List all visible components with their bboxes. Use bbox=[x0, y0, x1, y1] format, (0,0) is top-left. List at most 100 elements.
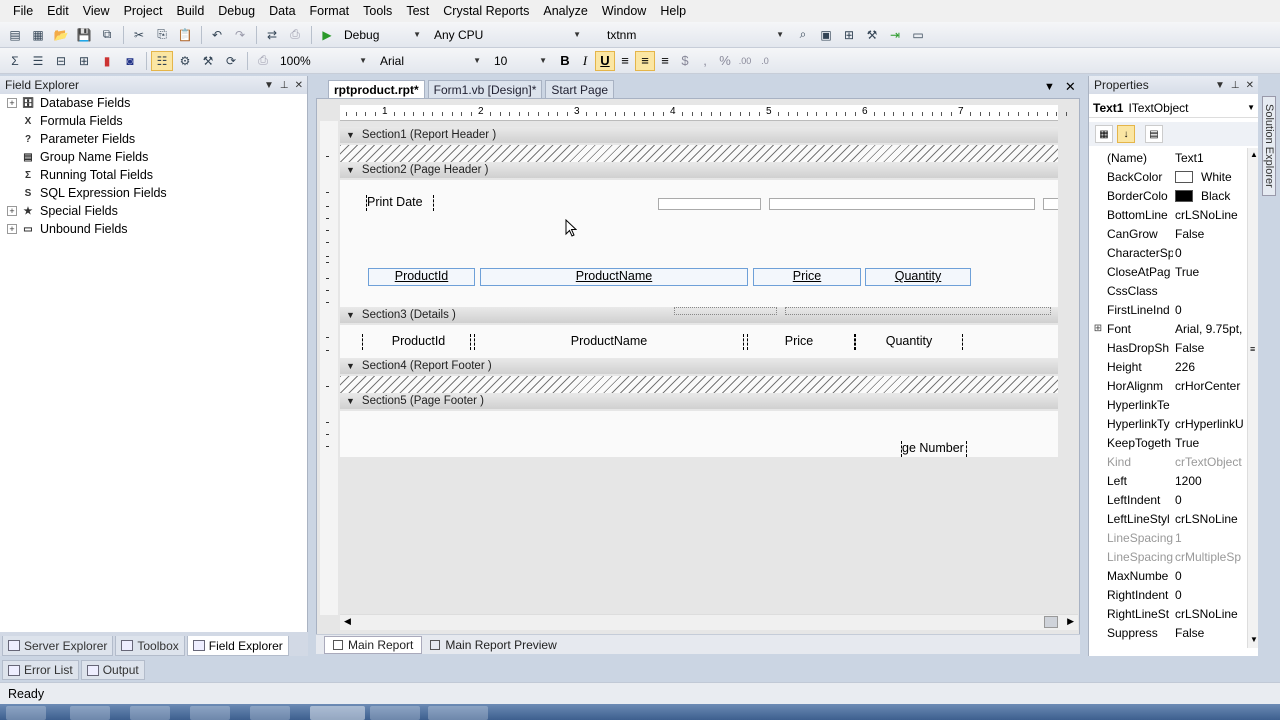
print-date-field[interactable]: Print Date bbox=[366, 195, 434, 211]
property-row[interactable]: LineSpacing crMultipleSp bbox=[1089, 547, 1247, 566]
collapse-icon[interactable]: ▼ bbox=[346, 165, 355, 175]
dropdown-icon[interactable]: ▼ bbox=[264, 80, 274, 91]
window-icon[interactable]: ▭ bbox=[907, 25, 929, 45]
tree-item-special-fields[interactable]: + ★ Special Fields bbox=[0, 202, 307, 220]
insert-table-icon[interactable]: ⊞ bbox=[73, 51, 95, 71]
property-value[interactable]: crMultipleSp bbox=[1173, 550, 1247, 564]
bold-button[interactable]: B bbox=[555, 51, 575, 71]
tab-error-list[interactable]: Error List bbox=[2, 660, 79, 680]
start-button[interactable] bbox=[6, 706, 46, 720]
quantity-detail[interactable]: Quantity bbox=[855, 334, 963, 350]
decrease-decimal-icon[interactable]: .0 bbox=[755, 51, 775, 71]
property-pages-icon[interactable]: ▤ bbox=[1145, 125, 1163, 143]
tree-item-parameter-fields[interactable]: ? Parameter Fields bbox=[0, 130, 307, 148]
tab-field-explorer[interactable]: Field Explorer bbox=[186, 636, 289, 656]
property-row[interactable]: HorAlignm crHorCenter bbox=[1089, 376, 1247, 395]
insert-box-icon[interactable]: ⊟ bbox=[50, 51, 72, 71]
menu-help[interactable]: Help bbox=[653, 4, 693, 18]
property-row[interactable]: LeftIndent 0 bbox=[1089, 490, 1247, 509]
property-value[interactable]: False bbox=[1173, 341, 1247, 355]
menu-project[interactable]: Project bbox=[117, 4, 170, 18]
tab-server-explorer[interactable]: Server Explorer bbox=[2, 636, 114, 656]
close-icon[interactable]: ✕ bbox=[1065, 79, 1076, 95]
insert-chart-icon[interactable]: ▮ bbox=[96, 51, 118, 71]
dropdown-icon[interactable]: ▼ bbox=[1044, 81, 1055, 93]
expand-icon[interactable]: + bbox=[7, 98, 17, 108]
copy-icon[interactable]: ⎘ bbox=[151, 25, 173, 45]
object-selector[interactable]: Text1 ITextObject ▼ bbox=[1089, 98, 1259, 118]
tools-icon[interactable]: ⚒ bbox=[197, 51, 219, 71]
scroll-thumb[interactable]: ≡ bbox=[1250, 344, 1255, 354]
doc-tab-2[interactable]: Form1.vb [Design]* bbox=[427, 80, 543, 98]
section4-band[interactable]: ▼ Section4 (Report Footer ) bbox=[340, 358, 1058, 374]
print-icon[interactable]: ⎙ bbox=[284, 25, 306, 45]
page-header-field[interactable] bbox=[1043, 198, 1058, 210]
property-row[interactable]: RightIndent 0 bbox=[1089, 585, 1247, 604]
page-header-field[interactable] bbox=[658, 198, 761, 210]
section1-band[interactable]: ▼ Section1 (Report Header ) bbox=[340, 127, 1058, 143]
underline-button[interactable]: U bbox=[595, 50, 615, 71]
percent-icon[interactable]: % bbox=[715, 51, 735, 71]
property-value[interactable]: White bbox=[1173, 170, 1247, 184]
close-icon[interactable]: ✕ bbox=[1246, 80, 1254, 91]
close-icon[interactable]: ✕ bbox=[295, 80, 303, 91]
property-value[interactable]: crLSNoLine bbox=[1173, 607, 1247, 621]
property-value[interactable]: Arial, 9.75pt, bbox=[1173, 322, 1247, 336]
property-value[interactable]: Black bbox=[1173, 189, 1247, 203]
productid-detail[interactable]: ProductId bbox=[362, 334, 475, 350]
horizontal-scrollbar[interactable]: ◀ ▶ bbox=[340, 614, 1078, 630]
property-row[interactable]: Left 1200 bbox=[1089, 471, 1247, 490]
property-value[interactable]: 1 bbox=[1173, 531, 1247, 545]
property-row[interactable]: BackColor White bbox=[1089, 167, 1247, 186]
property-value[interactable]: True bbox=[1173, 436, 1247, 450]
doc-tab-3[interactable]: Start Page bbox=[545, 80, 615, 98]
menu-window[interactable]: Window bbox=[595, 4, 653, 18]
solution-explorer-tab[interactable]: Solution Explorer bbox=[1262, 96, 1276, 196]
save-all-icon[interactable]: ⧉ bbox=[96, 25, 118, 45]
tree-item-database-fields[interactable]: + 🗄 Database Fields bbox=[0, 94, 307, 112]
property-value[interactable]: crHorCenter bbox=[1173, 379, 1247, 393]
open-icon[interactable]: 📂 bbox=[50, 25, 72, 45]
italic-button[interactable]: I bbox=[575, 51, 595, 71]
tab-output[interactable]: Output bbox=[80, 660, 145, 680]
taskbar-app[interactable] bbox=[428, 706, 488, 720]
taskbar-app[interactable] bbox=[250, 706, 290, 720]
property-value[interactable]: False bbox=[1173, 626, 1247, 640]
start-debug-icon[interactable]: ▶ bbox=[316, 25, 338, 45]
align-right-icon[interactable]: ≡ bbox=[655, 51, 675, 71]
scroll-left-icon[interactable]: ◀ bbox=[344, 616, 351, 627]
align-left-icon[interactable]: ≡ bbox=[615, 51, 635, 71]
taskbar-app[interactable] bbox=[370, 706, 420, 720]
taskbar-app[interactable] bbox=[130, 706, 170, 720]
configuration-combo[interactable]: Debug ▼ bbox=[339, 25, 425, 44]
expand-icon[interactable]: + bbox=[7, 224, 17, 234]
menu-view[interactable]: View bbox=[76, 4, 117, 18]
property-value[interactable]: crLSNoLine bbox=[1173, 512, 1247, 526]
property-row[interactable]: HyperlinkTy crHyperlinkU bbox=[1089, 414, 1247, 433]
navigate-icon[interactable]: ⇄ bbox=[261, 25, 283, 45]
tab-toolbox[interactable]: Toolbox bbox=[115, 636, 185, 656]
property-value[interactable]: 0 bbox=[1173, 493, 1247, 507]
sigma-icon[interactable]: Σ bbox=[4, 51, 26, 71]
taskbar-app[interactable] bbox=[310, 706, 365, 720]
property-value[interactable]: True bbox=[1173, 265, 1247, 279]
dropdown-icon[interactable]: ▼ bbox=[1215, 80, 1225, 91]
property-value[interactable]: Text1 bbox=[1173, 151, 1247, 165]
property-row[interactable]: BorderColo Black bbox=[1089, 186, 1247, 205]
property-row[interactable]: CssClass bbox=[1089, 281, 1247, 300]
new-project-icon[interactable]: ▤ bbox=[4, 25, 26, 45]
property-row[interactable]: ⊞ Font Arial, 9.75pt, bbox=[1089, 319, 1247, 338]
platform-combo[interactable]: Any CPU ▼ bbox=[429, 25, 585, 44]
save-icon[interactable]: 💾 bbox=[73, 25, 95, 45]
price-header[interactable]: Price bbox=[753, 268, 861, 286]
tree-item-sql-expression-fields[interactable]: S SQL Expression Fields bbox=[0, 184, 307, 202]
insert-map-icon[interactable]: ◙ bbox=[119, 51, 141, 71]
menu-data[interactable]: Data bbox=[262, 4, 302, 18]
find-combo[interactable]: txtnm ▼ bbox=[602, 25, 788, 44]
zoom-combo[interactable]: 100% ▼ bbox=[275, 51, 371, 70]
tree-item-formula-fields[interactable]: X Formula Fields bbox=[0, 112, 307, 130]
property-row[interactable]: (Name) Text1 bbox=[1089, 148, 1247, 167]
property-row[interactable]: LineSpacing 1 bbox=[1089, 528, 1247, 547]
property-value[interactable]: 226 bbox=[1173, 360, 1247, 374]
property-row[interactable]: CloseAtPag True bbox=[1089, 262, 1247, 281]
